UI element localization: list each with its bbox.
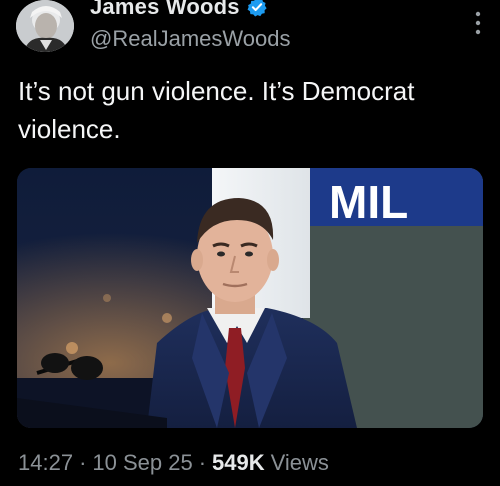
- tweet-text: It’s not gun violence. It’s Democrat vio…: [18, 76, 415, 144]
- meta-separator: ·: [198, 450, 207, 475]
- tweet-meta: 14:27 · 10 Sep 25 · 549K Views: [18, 450, 329, 476]
- author-name-row: James Woods: [90, 0, 268, 20]
- views-count: 549K: [212, 450, 265, 475]
- author-handle[interactable]: @RealJamesWoods: [90, 26, 290, 52]
- tweet-date[interactable]: 10 Sep 25: [92, 450, 192, 476]
- meta-separator: ·: [79, 450, 87, 475]
- tweet-header: James Woods @RealJamesWoods: [0, 0, 500, 60]
- avatar[interactable]: [16, 0, 74, 52]
- tweet-time[interactable]: 14:27: [18, 450, 73, 476]
- verified-badge-icon: [247, 0, 267, 17]
- tweet-media-image[interactable]: MIL: [17, 168, 483, 428]
- author-display-name[interactable]: James Woods: [90, 0, 240, 20]
- views-label: Views: [270, 450, 329, 475]
- more-vertical-icon[interactable]: [468, 6, 488, 42]
- banner-text: MIL: [329, 176, 408, 228]
